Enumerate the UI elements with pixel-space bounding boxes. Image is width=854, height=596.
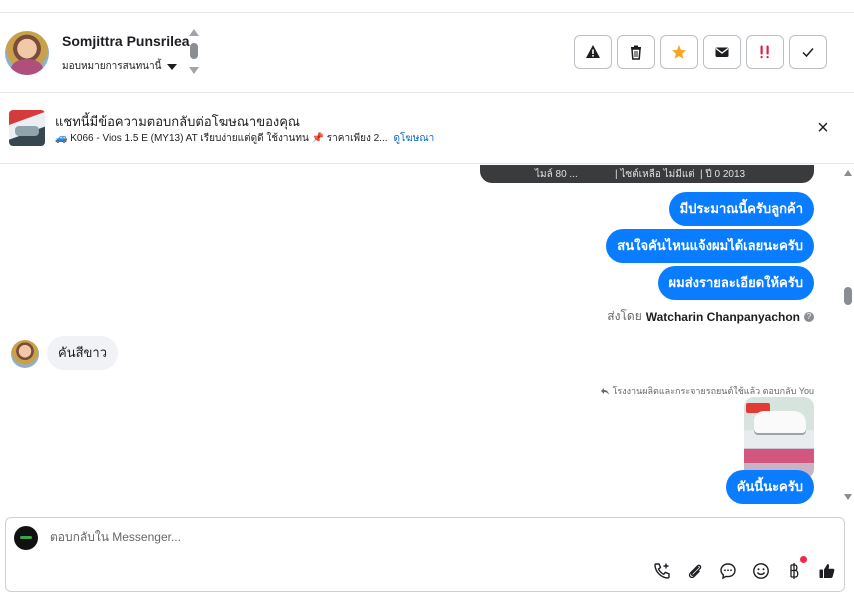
baht-icon[interactable] xyxy=(783,556,807,582)
prev-card-text: ไมล์ 80 ... xyxy=(535,169,578,180)
paperclip-icon[interactable] xyxy=(684,560,706,582)
trash-icon xyxy=(631,45,641,60)
scroll-up-arrow-icon[interactable] xyxy=(189,29,199,36)
star-icon xyxy=(672,45,686,59)
ad-reply-banner: แชทนี้มีข้อความตอบกลับต่อโฆษณาของคุณ 🚙 K… xyxy=(0,94,854,164)
priority-button[interactable] xyxy=(746,35,784,69)
outgoing-message[interactable]: สนใจคันไหนแจ้งผมได้เลยนะครับ xyxy=(606,229,814,263)
spam-button[interactable] xyxy=(574,35,612,69)
phone-add-icon xyxy=(654,563,670,579)
baht-icon xyxy=(790,563,799,579)
check-icon xyxy=(802,48,814,58)
composer-tools xyxy=(651,556,838,582)
message-composer xyxy=(5,517,845,592)
star-button[interactable] xyxy=(660,35,698,69)
prev-card-text: | ปี 0 2013 xyxy=(700,169,746,180)
sent-by-label: ส่งโดย Watcharin Chanpanyachon ? xyxy=(607,307,814,326)
previous-message-card: ไมล์ 80 ... | ไซต์เหลือ ไม่มีแต่ | ปี 0 … xyxy=(480,165,814,183)
reply-input[interactable] xyxy=(50,530,650,544)
thread-scrollbar[interactable] xyxy=(843,165,854,510)
warning-icon xyxy=(586,45,600,58)
replied-note: โรงงานผลิตและกระจายรถยนต์ใช้แล้ว ตอบกลับ… xyxy=(600,384,814,398)
ad-description: 🚙 K066 - Vios 1.5 E (MY13) AT เรียบง่ายแ… xyxy=(55,133,388,144)
contact-name[interactable]: Somjittra Punsrilea xyxy=(62,33,190,49)
conversation-header: Somjittra Punsrilea มอบหมายการสนทนานี้ xyxy=(0,13,854,93)
done-button[interactable] xyxy=(789,35,827,69)
outgoing-message[interactable]: ผมส่งรายละเอียดให้ครับ xyxy=(657,266,814,300)
scroll-down-arrow-icon[interactable] xyxy=(844,494,852,500)
car-photo-message[interactable] xyxy=(744,397,814,479)
thumbs-up-icon xyxy=(819,564,835,578)
page-avatar xyxy=(14,526,38,550)
assign-conversation-dropdown[interactable]: มอบหมายการสนทนานี้ xyxy=(62,59,178,74)
replied-note-text: โรงงานผลิตและกระจายรถยนต์ใช้แล้ว ตอบกลับ… xyxy=(612,386,814,396)
delete-button[interactable] xyxy=(617,35,655,69)
scroll-thumb[interactable] xyxy=(844,287,852,305)
mark-unread-button[interactable] xyxy=(703,35,741,69)
scroll-up-arrow-icon[interactable] xyxy=(844,170,852,176)
outgoing-message[interactable]: คันนี้นะครับ xyxy=(725,470,814,504)
prev-card-text: | ไซต์เหลือ ไม่มีแต่ xyxy=(615,169,695,180)
paperclip-icon xyxy=(688,564,702,579)
priority-icon xyxy=(760,45,769,59)
chat-bubble-icon xyxy=(720,563,736,580)
assign-label: มอบหมายการสนทนานี้ xyxy=(62,61,162,72)
reply-arrow-icon xyxy=(600,387,609,395)
outgoing-message[interactable]: มีประมาณนี้ครับลูกค้า xyxy=(668,192,814,226)
header-scrollbar[interactable] xyxy=(188,29,200,75)
scroll-thumb[interactable] xyxy=(190,43,198,59)
thumbs-up-icon[interactable] xyxy=(816,560,838,582)
caret-down-icon xyxy=(167,63,178,70)
view-ad-link[interactable]: ดูโฆษณา xyxy=(394,133,435,144)
header-actions xyxy=(574,35,827,69)
ad-banner-title: แชทนี้มีข้อความตอบกลับต่อโฆษณาของคุณ xyxy=(55,114,300,129)
sent-by-prefix: ส่งโดย xyxy=(607,309,642,323)
incoming-message[interactable]: คันสีขาว xyxy=(47,336,119,370)
contact-avatar-small xyxy=(11,340,39,368)
message-thread[interactable]: ไมล์ 80 ... | ไซต์เหลือ ไม่มีแต่ | ปี 0 … xyxy=(0,165,842,510)
ad-thumbnail[interactable] xyxy=(9,110,45,146)
contact-avatar[interactable] xyxy=(5,31,49,75)
scroll-down-arrow-icon[interactable] xyxy=(189,67,199,74)
help-icon[interactable]: ? xyxy=(804,311,814,322)
notification-dot xyxy=(800,556,807,563)
sender-name: Watcharin Chanpanyachon xyxy=(645,309,800,324)
ad-banner-subtitle: 🚙 K066 - Vios 1.5 E (MY13) AT เรียบง่ายแ… xyxy=(55,131,434,146)
photo-banner-graphic xyxy=(744,449,814,463)
phone-add-icon[interactable] xyxy=(651,560,673,582)
smiley-icon xyxy=(753,563,769,579)
smiley-icon[interactable] xyxy=(750,560,772,582)
car-image xyxy=(754,411,806,433)
close-icon[interactable]: × xyxy=(812,118,834,140)
envelope-icon xyxy=(715,47,729,57)
chat-bubble-icon[interactable] xyxy=(717,560,739,582)
